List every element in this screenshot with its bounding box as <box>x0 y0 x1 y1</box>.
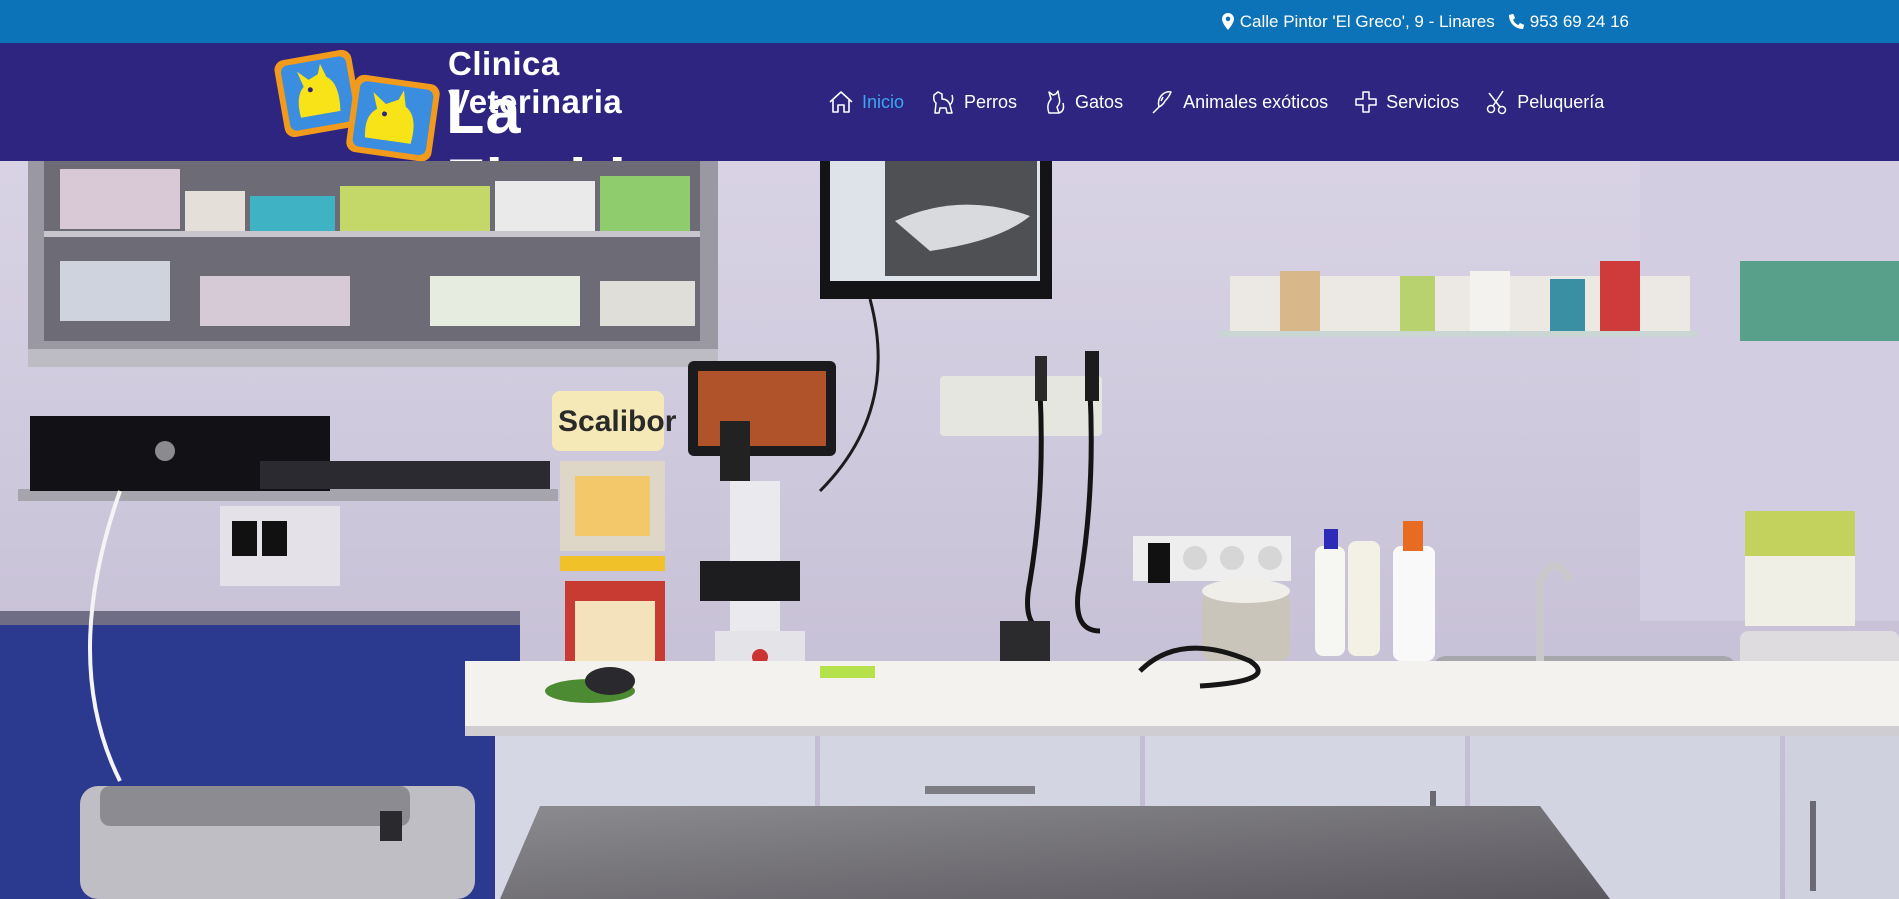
top-contact-bar: Calle Pintor 'El Greco', 9 - Linares 953… <box>0 0 1899 43</box>
cat-icon <box>1043 89 1067 115</box>
nav-label: Servicios <box>1386 91 1460 112</box>
plus-cross-icon <box>1354 90 1378 114</box>
nav-label: Animales exóticos <box>1183 91 1329 112</box>
spray-bottles <box>1315 521 1435 661</box>
scalibor-label: Scalibor <box>558 405 677 438</box>
nav-item-perros[interactable]: Perros <box>930 89 1017 115</box>
hero-image-clinic-room: Scalibor <box>0 161 1899 899</box>
nav-label: Inicio <box>862 91 905 112</box>
map-marker-icon <box>1221 13 1234 30</box>
phone[interactable]: 953 69 24 16 <box>1508 11 1629 32</box>
nav-label: Perros <box>964 91 1018 112</box>
nav-label: Gatos <box>1075 91 1124 112</box>
phone-text: 953 69 24 16 <box>1529 11 1629 31</box>
clinic-room-illustration: Scalibor <box>0 161 1899 899</box>
site-logo[interactable]: Clinica Veterinaria La Florida <box>272 43 704 217</box>
address[interactable]: Calle Pintor 'El Greco', 9 - Linares <box>1221 11 1495 32</box>
nav-item-inicio[interactable]: Inicio <box>828 90 904 114</box>
address-text: Calle Pintor 'El Greco', 9 - Linares <box>1239 11 1495 31</box>
nav-item-animales-exoticos[interactable]: Animales exóticos <box>1149 89 1328 115</box>
printer <box>80 786 475 899</box>
house-icon <box>828 90 854 114</box>
scissors-icon <box>1485 89 1509 115</box>
dog-icon <box>930 89 956 115</box>
phone-icon <box>1508 14 1524 29</box>
exam-table <box>500 806 1610 899</box>
nav-label: Peluquería <box>1517 91 1605 112</box>
wall-cabinet <box>28 161 718 367</box>
wall-sockets <box>1133 536 1291 583</box>
nav-item-servicios[interactable]: Servicios <box>1354 90 1459 114</box>
animals-logo-icon <box>274 49 440 161</box>
nav-item-gatos[interactable]: Gatos <box>1043 89 1123 115</box>
contact-info: Calle Pintor 'El Greco', 9 - Linares 953… <box>1221 0 1629 43</box>
main-navigation: Inicio Perros Gatos Animales exóticos Se… <box>828 43 1604 161</box>
bird-icon <box>1149 89 1175 115</box>
nav-item-peluqueria[interactable]: Peluquería <box>1485 89 1604 115</box>
scalibor-display: Scalibor <box>552 391 677 671</box>
